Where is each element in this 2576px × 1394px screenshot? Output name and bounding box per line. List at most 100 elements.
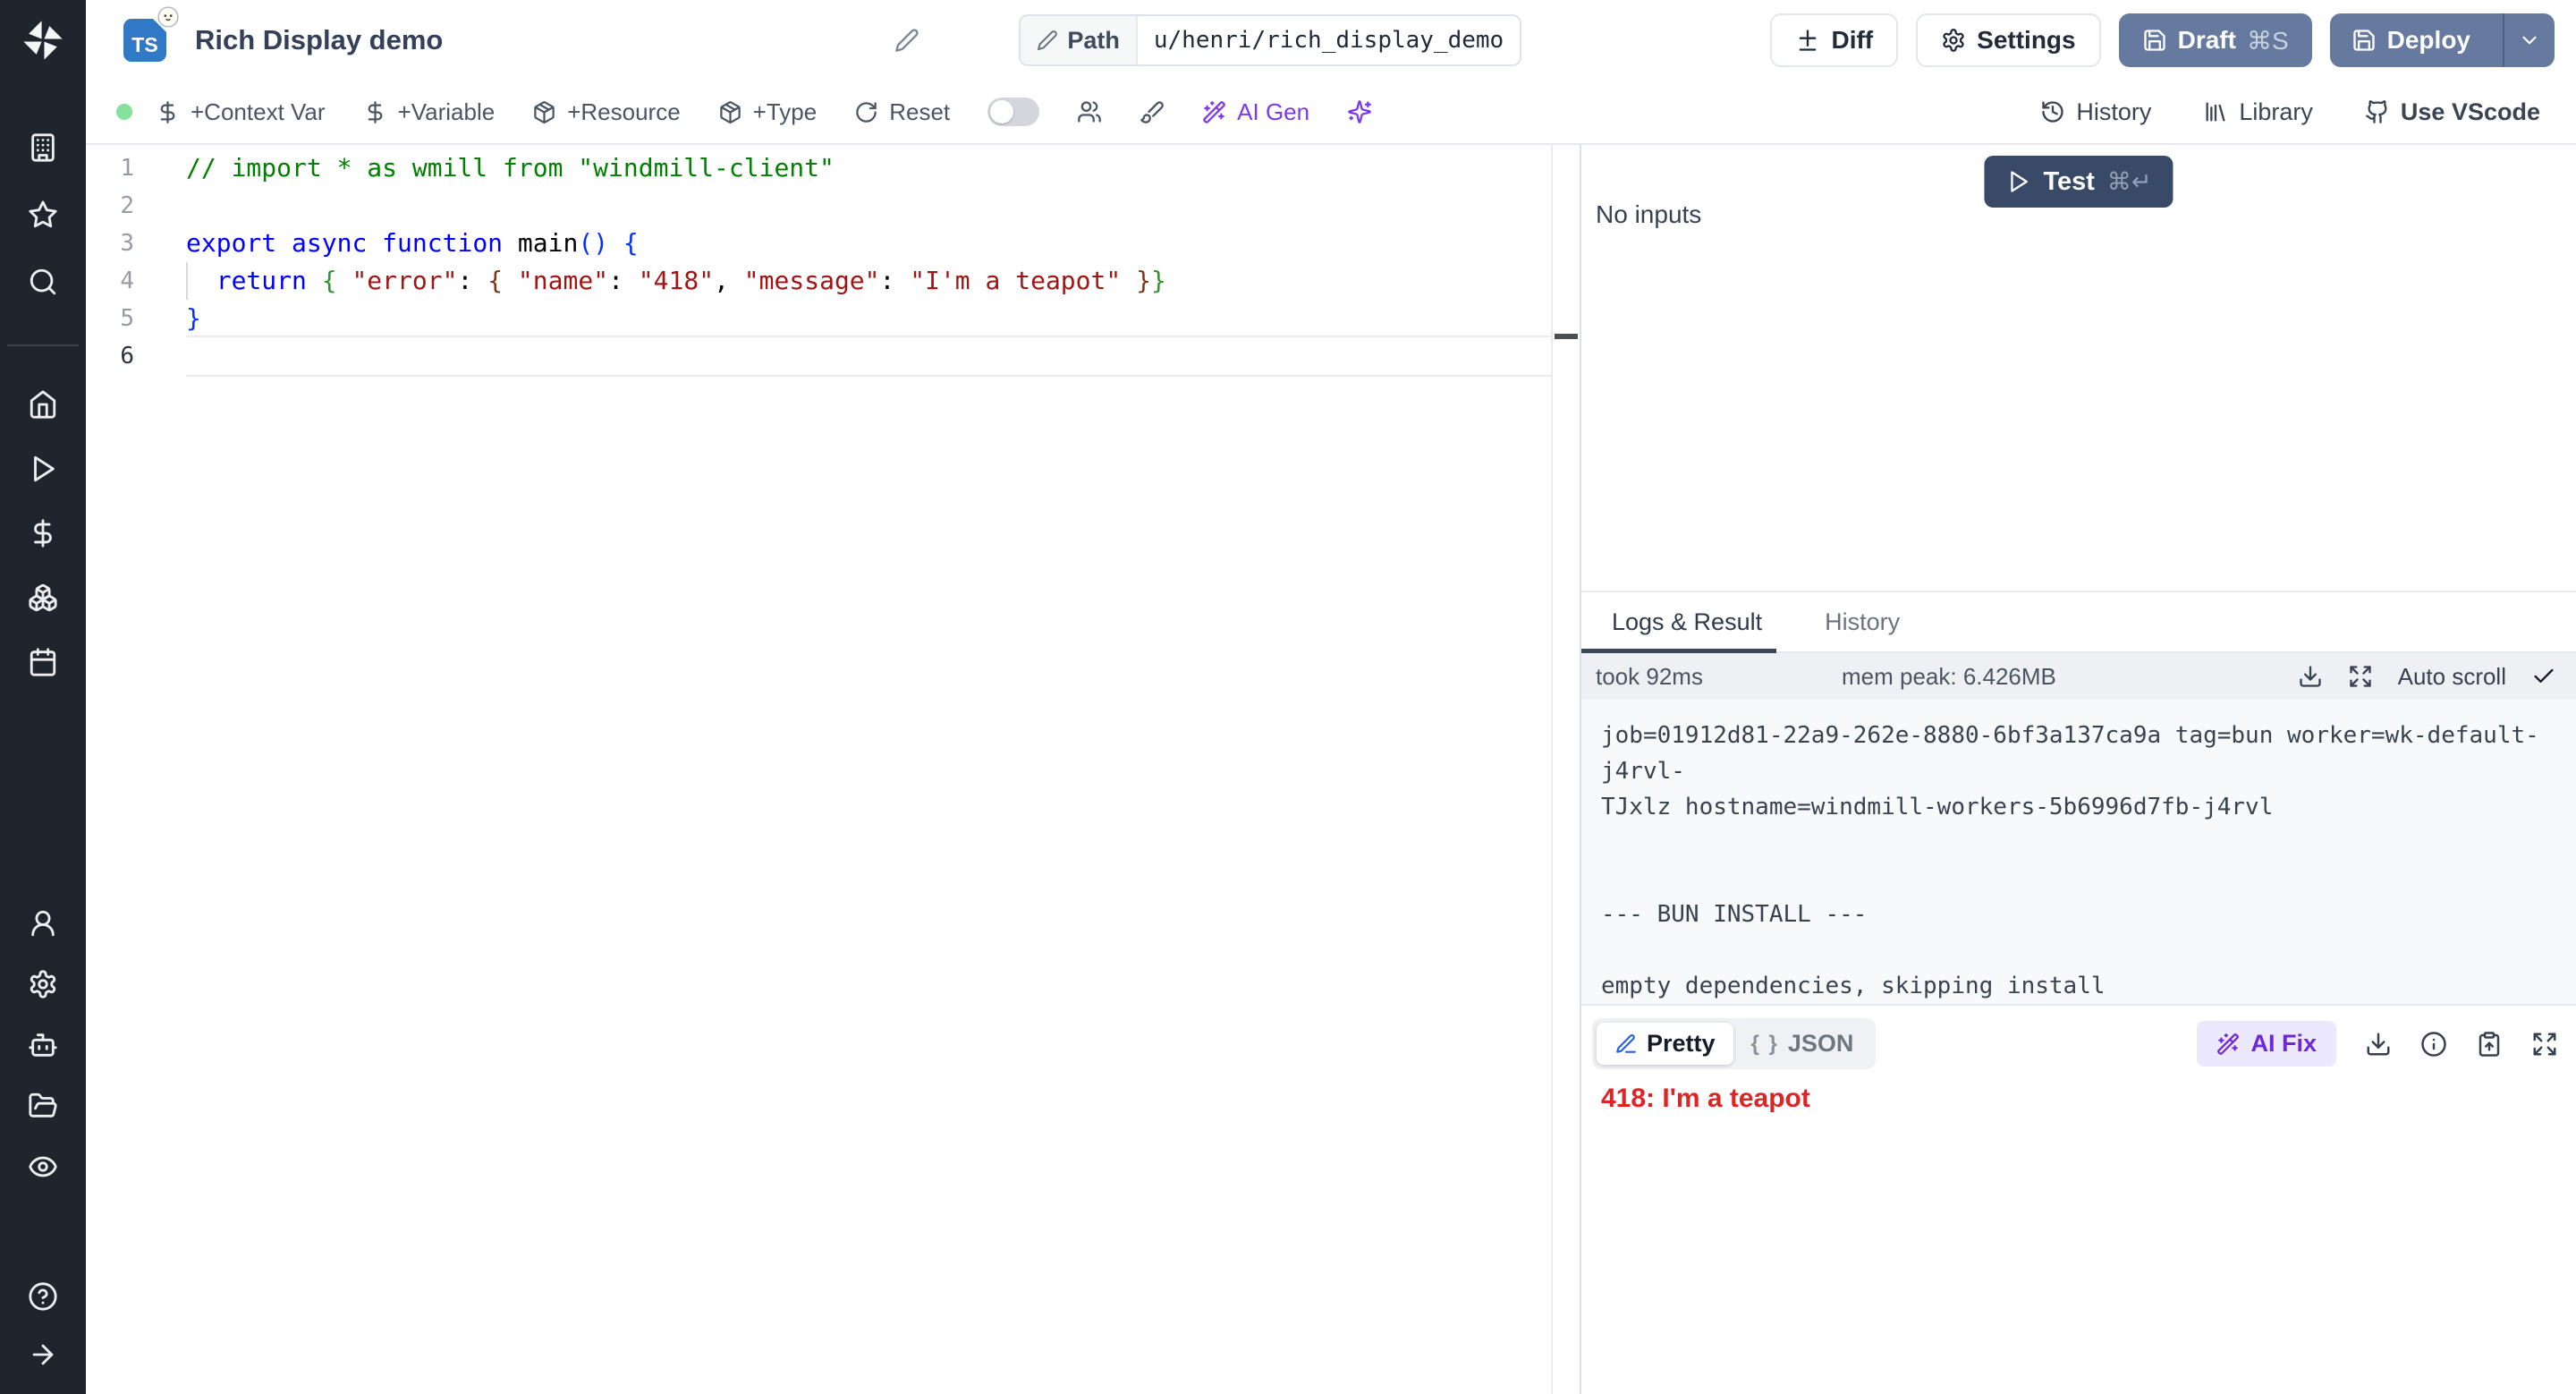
result-section: Pretty { } JSON AI Fix 418: I'm a teapot xyxy=(1581,1004,2576,1394)
deploy-button[interactable]: Deploy xyxy=(2330,13,2492,67)
code-line xyxy=(186,337,1551,375)
dollar-icon xyxy=(363,100,387,124)
settings-button[interactable]: Settings xyxy=(1916,13,2100,67)
auto-scroll-label[interactable]: Auto scroll xyxy=(2398,663,2506,691)
wand-icon xyxy=(2216,1033,2240,1056)
edit-summary-pencil-icon[interactable] xyxy=(894,28,919,53)
sparkles-button[interactable] xyxy=(1347,99,1372,124)
folder-open-icon xyxy=(28,1091,58,1121)
sidebar-group-bottom xyxy=(0,1281,86,1370)
page-title: Rich Display demo xyxy=(195,24,443,56)
line-number: 3 xyxy=(86,225,186,262)
sidebar-item-play[interactable] xyxy=(28,454,58,484)
home-icon xyxy=(28,389,58,420)
sidebar-item-calendar[interactable] xyxy=(28,647,58,677)
type-button[interactable]: +Type xyxy=(718,98,818,126)
deploy-button-group: Deploy xyxy=(2330,13,2555,67)
braces-icon: { } xyxy=(1751,1032,1779,1057)
mem-peak: mem peak: 6.426MB xyxy=(1842,663,2056,691)
sidebar-item-star[interactable] xyxy=(28,200,58,230)
line-number-gutter: 123456 xyxy=(86,149,186,375)
sidebar-item-bot[interactable] xyxy=(28,1030,58,1060)
brush-button[interactable] xyxy=(1140,99,1165,124)
sidebar-item-folder-open[interactable] xyxy=(28,1091,58,1121)
download-result-icon[interactable] xyxy=(2365,1031,2392,1058)
ai-gen-button[interactable]: AI Gen xyxy=(1202,98,1309,126)
windmill-logo-icon[interactable] xyxy=(21,18,65,63)
sidebar-item-help[interactable] xyxy=(28,1281,58,1312)
cursor-position-marker xyxy=(1555,334,1578,339)
diff-icon xyxy=(1795,28,1820,53)
sidebar-item-search[interactable] xyxy=(28,267,58,297)
result-view-switcher: Pretty { } JSON xyxy=(1592,1018,1876,1069)
run-duration: took 92ms xyxy=(1596,663,1842,691)
script-path-field[interactable]: Path u/henri/rich_display_demo xyxy=(1019,14,1521,66)
code-editor[interactable]: 123456 // import * as wmill from "windmi… xyxy=(86,145,1580,1394)
download-logs-icon[interactable] xyxy=(2298,664,2323,689)
history-icon xyxy=(2040,99,2065,124)
sidebar-group-top xyxy=(0,132,86,297)
ai-fix-button[interactable]: AI Fix xyxy=(2197,1021,2336,1067)
left-sidebar xyxy=(0,0,86,1394)
json-view-button[interactable]: { } JSON xyxy=(1733,1023,1872,1065)
building-icon xyxy=(28,132,58,163)
draft-shortcut: ⌘S xyxy=(2247,26,2289,55)
pretty-view-button[interactable]: Pretty xyxy=(1597,1023,1733,1065)
info-icon[interactable] xyxy=(2420,1031,2447,1058)
save-icon xyxy=(2142,28,2167,53)
pen-icon xyxy=(1614,1033,1638,1056)
toggle-switch[interactable] xyxy=(987,98,1039,126)
gear-icon xyxy=(1941,28,1966,53)
variable-button[interactable]: +Variable xyxy=(363,98,496,126)
resource-button[interactable]: +Resource xyxy=(532,98,680,126)
result-tabs: Logs & Result History xyxy=(1581,592,2576,653)
sidebar-item-gear[interactable] xyxy=(28,969,58,999)
path-label: Path xyxy=(1067,27,1120,55)
sidebar-item-eye[interactable] xyxy=(28,1152,58,1182)
help-icon xyxy=(28,1281,58,1312)
expand-result-icon[interactable] xyxy=(2531,1031,2558,1058)
sidebar-item-arrow-right[interactable] xyxy=(28,1339,58,1370)
use-vscode-button[interactable]: Use VScode xyxy=(2365,98,2540,126)
result-toolbar: Pretty { } JSON AI Fix xyxy=(1581,1006,2576,1069)
package-icon xyxy=(532,100,556,124)
history-button[interactable]: History xyxy=(2040,98,2151,126)
expand-logs-icon[interactable] xyxy=(2348,664,2373,689)
sidebar-item-user[interactable] xyxy=(28,908,58,939)
wand-icon xyxy=(1202,100,1226,124)
library-button[interactable]: Library xyxy=(2203,98,2313,126)
test-button[interactable]: Test ⌘↵ xyxy=(1984,156,2173,208)
clipboard-icon[interactable] xyxy=(2476,1031,2503,1058)
play-icon xyxy=(28,454,58,484)
test-shortcut: ⌘↵ xyxy=(2107,168,2152,196)
sidebar-item-boxes[interactable] xyxy=(28,582,58,613)
tab-logs-result[interactable]: Logs & Result xyxy=(1612,608,1762,636)
users-icon xyxy=(1077,99,1102,124)
line-number: 2 xyxy=(86,187,186,225)
users-button[interactable] xyxy=(1077,99,1102,124)
reset-button[interactable]: Reset xyxy=(854,98,950,126)
line-number: 5 xyxy=(86,300,186,337)
sidebar-item-home[interactable] xyxy=(28,389,58,420)
result-error-text: 418: I'm a teapot xyxy=(1601,1084,2576,1114)
star-icon xyxy=(28,200,58,230)
tab-history[interactable]: History xyxy=(1825,608,1900,636)
check-icon[interactable] xyxy=(2531,664,2556,689)
draft-button[interactable]: Draft ⌘S xyxy=(2119,13,2312,67)
sidebar-item-building[interactable] xyxy=(28,132,58,163)
context-var-button[interactable]: +Context Var xyxy=(156,98,326,126)
user-icon xyxy=(28,908,58,939)
sidebar-group-main xyxy=(0,389,86,677)
code-line xyxy=(186,187,1551,225)
pencil-icon xyxy=(1037,30,1058,51)
package-icon xyxy=(718,100,742,124)
calendar-icon xyxy=(28,647,58,677)
chevron-down-icon xyxy=(2518,29,2541,52)
toggle-knob xyxy=(990,100,1013,123)
sidebar-item-dollar[interactable] xyxy=(28,518,58,548)
diff-button[interactable]: Diff xyxy=(1770,13,1898,67)
run-stats-bar: took 92ms mem peak: 6.426MB Auto scroll xyxy=(1581,653,2576,700)
deploy-dropdown-button[interactable] xyxy=(2503,13,2555,67)
play-icon xyxy=(2005,169,2030,194)
path-value: u/henri/rich_display_demo xyxy=(1138,16,1520,64)
